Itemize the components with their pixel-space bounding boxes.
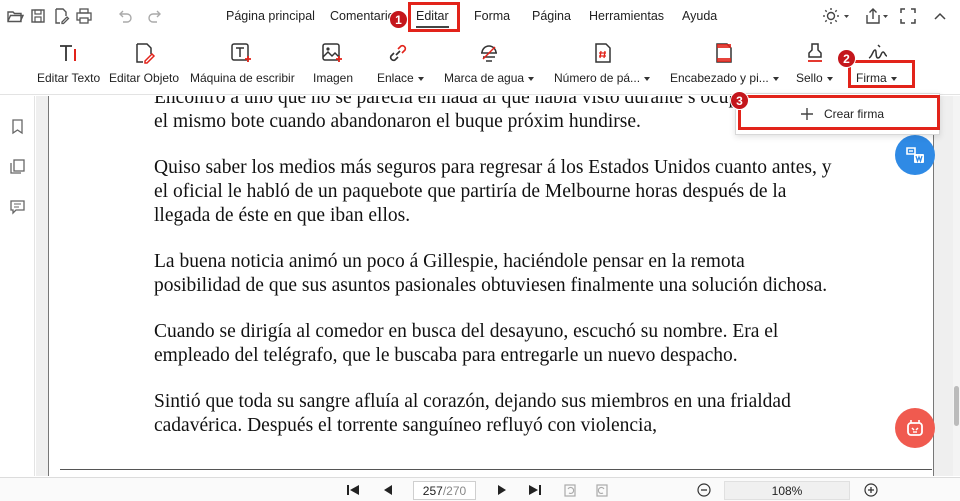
first-page-icon[interactable] bbox=[345, 482, 361, 498]
step-badge-3: 3 bbox=[730, 91, 749, 110]
chevron-down-icon bbox=[644, 76, 651, 81]
header-footer-icon[interactable] bbox=[712, 41, 736, 65]
previous-page-icon[interactable] bbox=[380, 482, 396, 498]
undo-icon[interactable] bbox=[116, 7, 134, 25]
document-page: Encontró á uno que no se parecía en nada… bbox=[48, 96, 934, 476]
step-badge-2: 2 bbox=[837, 49, 856, 68]
page-number-dropdown[interactable]: Número de pá... bbox=[554, 71, 651, 85]
last-page-icon[interactable] bbox=[527, 482, 543, 498]
edit-object-label[interactable]: Editar Objeto bbox=[109, 71, 179, 85]
step-badge-1: 1 bbox=[389, 10, 408, 29]
highlight-create-signature bbox=[738, 95, 940, 130]
pdf-editor-window: Página principal Comentario Editar Forma… bbox=[0, 0, 960, 501]
page-number-label: Número de pá... bbox=[554, 71, 641, 85]
translate-icon bbox=[906, 147, 924, 164]
zoom-level[interactable]: 108% bbox=[724, 481, 850, 500]
edit-object-icon[interactable] bbox=[132, 41, 156, 65]
rotate-right-icon[interactable] bbox=[594, 482, 610, 498]
menu-comment[interactable]: Comentario bbox=[330, 9, 395, 23]
chevron-down-icon bbox=[826, 76, 833, 81]
next-page-icon[interactable] bbox=[494, 482, 510, 498]
redo-icon[interactable] bbox=[146, 7, 164, 25]
page-number-input[interactable]: 257/270 bbox=[413, 481, 476, 500]
edit-document-icon[interactable] bbox=[52, 7, 70, 25]
edit-text-label[interactable]: Editar Texto bbox=[37, 71, 100, 85]
menu-tools[interactable]: Herramientas bbox=[589, 9, 664, 23]
translate-button[interactable] bbox=[895, 135, 935, 175]
edit-text-icon[interactable] bbox=[56, 41, 80, 65]
chevron-down-icon bbox=[417, 76, 424, 81]
current-page: 257 bbox=[422, 483, 443, 498]
zoom-out-icon[interactable] bbox=[696, 482, 712, 498]
header-footer-label: Encabezado y pi... bbox=[670, 71, 769, 85]
print-icon[interactable] bbox=[75, 7, 93, 25]
image-label[interactable]: Imagen bbox=[313, 71, 353, 85]
total-pages: /270 bbox=[442, 483, 467, 498]
stamp-label: Sello bbox=[796, 71, 823, 85]
typewriter-icon[interactable] bbox=[229, 41, 253, 65]
stamp-dropdown[interactable]: Sello bbox=[796, 71, 833, 85]
document-text: Encontró á uno que no se parecía en nada… bbox=[154, 96, 834, 460]
stamp-icon[interactable] bbox=[803, 41, 827, 65]
typewriter-label[interactable]: Máquina de escribir bbox=[190, 71, 295, 85]
menu-home[interactable]: Página principal bbox=[226, 9, 315, 23]
highlight-edit-tab bbox=[408, 2, 460, 32]
menu-help[interactable]: Ayuda bbox=[682, 9, 717, 23]
watermark-icon[interactable] bbox=[477, 41, 501, 65]
share-icon[interactable] bbox=[864, 7, 890, 25]
vertical-scrollbar[interactable] bbox=[953, 96, 960, 476]
paragraph: Cuando se dirigía al comedor en busca de… bbox=[154, 321, 779, 366]
ai-assistant-button[interactable] bbox=[895, 408, 935, 448]
status-bar: 257/270 108% bbox=[0, 477, 960, 501]
left-sidebar bbox=[0, 96, 35, 476]
edit-ribbon: Editar Texto Editar Objeto Máquina de es… bbox=[0, 33, 960, 95]
document-viewport[interactable]: Encontró á uno que no se parecía en nada… bbox=[36, 96, 960, 476]
watermark-dropdown[interactable]: Marca de agua bbox=[444, 71, 535, 85]
menu-page[interactable]: Página bbox=[532, 9, 571, 23]
scrollbar-thumb[interactable] bbox=[954, 386, 959, 426]
image-icon[interactable] bbox=[320, 41, 344, 65]
save-icon[interactable] bbox=[29, 7, 47, 25]
menu-shape[interactable]: Forma bbox=[474, 9, 510, 23]
comments-icon[interactable] bbox=[9, 198, 26, 215]
zoom-in-icon[interactable] bbox=[863, 482, 879, 498]
robot-icon bbox=[907, 420, 923, 436]
chevron-down-icon bbox=[528, 76, 535, 81]
paragraph: La buena noticia animó un poco á Gillesp… bbox=[154, 251, 828, 296]
bookmark-icon[interactable] bbox=[9, 118, 26, 135]
collapse-ribbon-icon[interactable] bbox=[931, 7, 949, 25]
page-separator bbox=[60, 469, 932, 470]
link-icon[interactable] bbox=[386, 41, 410, 65]
rotate-left-icon[interactable] bbox=[562, 482, 578, 498]
highlight-signature bbox=[848, 60, 915, 88]
paragraph: Quiso saber los medios más seguros para … bbox=[154, 157, 832, 226]
theme-brightness-icon[interactable] bbox=[822, 7, 850, 25]
top-bar: Página principal Comentario Editar Forma… bbox=[0, 0, 960, 33]
thumbnails-icon[interactable] bbox=[9, 158, 26, 175]
link-dropdown[interactable]: Enlace bbox=[377, 71, 424, 85]
paragraph: Sintió que toda su sangre afluía al cora… bbox=[154, 391, 791, 436]
header-footer-dropdown[interactable]: Encabezado y pi... bbox=[670, 71, 779, 85]
chevron-down-icon bbox=[772, 76, 779, 81]
open-folder-icon[interactable] bbox=[6, 7, 24, 25]
watermark-label: Marca de agua bbox=[444, 71, 525, 85]
link-label: Enlace bbox=[377, 71, 414, 85]
page-number-icon[interactable] bbox=[591, 41, 615, 65]
fullscreen-icon[interactable] bbox=[899, 7, 917, 25]
